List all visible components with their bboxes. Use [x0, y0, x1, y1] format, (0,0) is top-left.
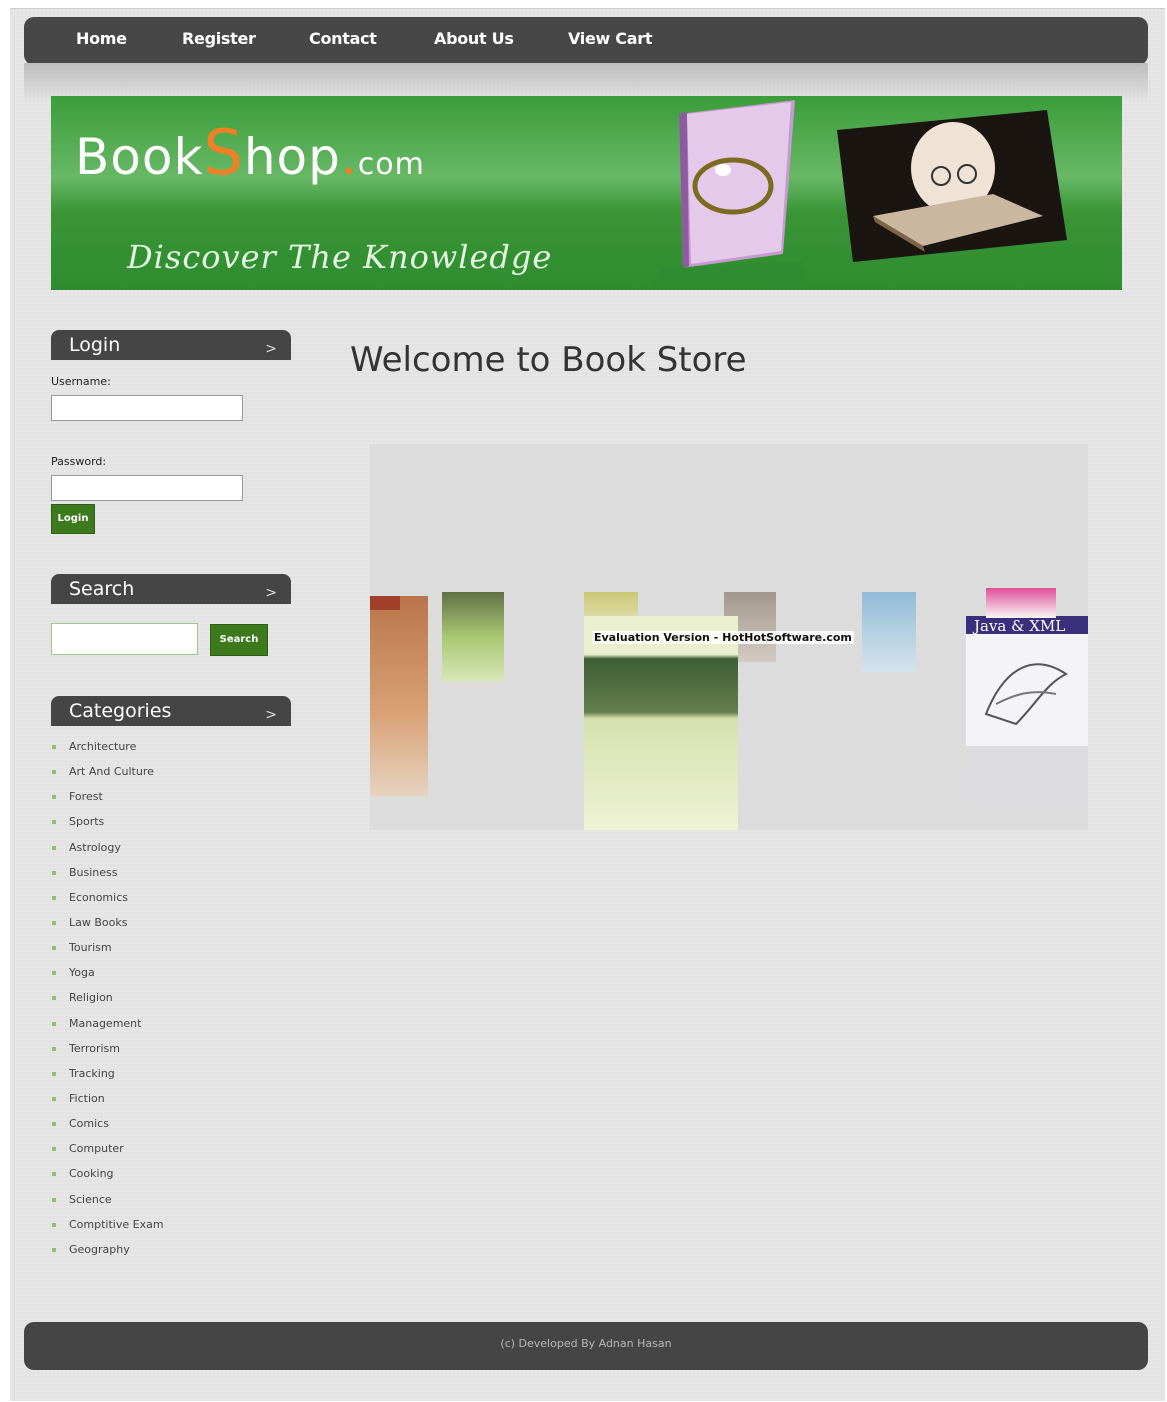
bullet-icon — [52, 1222, 56, 1227]
bullet-icon — [52, 920, 56, 925]
bullet-icon — [52, 795, 56, 800]
category-link-art-and-culture[interactable]: Art And Culture — [51, 763, 164, 788]
category-link-architecture[interactable]: Architecture — [51, 738, 164, 763]
category-link-geography[interactable]: Geography — [51, 1241, 164, 1266]
search-input[interactable] — [51, 623, 198, 655]
book-cover-6[interactable] — [986, 588, 1056, 618]
category-link-computer[interactable]: Computer — [51, 1140, 164, 1165]
top-navigation-bar: Home Register Contact About Us View Cart — [24, 17, 1148, 65]
nav-view-cart-link[interactable]: View Cart — [568, 17, 652, 61]
nav-register-link[interactable]: Register — [182, 17, 256, 61]
search-box-title: Search — [69, 578, 135, 600]
bullet-icon — [52, 1021, 56, 1026]
nav-about-us-link[interactable]: About Us — [434, 17, 514, 61]
site-logo[interactable]: BookShop.com — [75, 116, 425, 189]
search-button[interactable]: Search — [210, 624, 268, 656]
category-link-comptitive-exam[interactable]: Comptitive Exam — [51, 1216, 164, 1241]
evaluation-watermark: Evaluation Version - HotHotSoftware.com — [592, 631, 854, 644]
bullet-icon — [52, 946, 56, 951]
book-cover-2[interactable] — [442, 592, 504, 682]
login-box-header: Login > — [51, 330, 291, 360]
header-banner: BookShop.com Discover The Knowledge — [51, 96, 1122, 290]
page-footer: (c) Developed By Adnan Hasan — [24, 1322, 1148, 1370]
bullet-icon — [52, 1071, 56, 1076]
java-xml-book-title: Java & XML — [974, 617, 1066, 635]
nav-home-link[interactable]: Home — [76, 17, 127, 61]
book-illustration — [651, 100, 811, 290]
category-link-comics[interactable]: Comics — [51, 1115, 164, 1140]
login-box-title: Login — [69, 334, 121, 356]
bullet-icon — [52, 1096, 56, 1101]
child-reading-photo — [837, 110, 1067, 262]
bullet-icon — [52, 870, 56, 875]
category-link-forest[interactable]: Forest — [51, 788, 164, 813]
bullet-icon — [52, 820, 56, 825]
username-label: Username: — [51, 375, 111, 388]
featured-book-cover[interactable] — [584, 616, 738, 830]
category-list: Architecture Art And Culture Forest Spor… — [51, 738, 164, 1266]
book-cover-1-band — [370, 596, 400, 610]
password-label: Password: — [51, 455, 107, 468]
password-field[interactable] — [51, 475, 243, 501]
nav-contact-link[interactable]: Contact — [309, 17, 377, 61]
chevron-right-icon: > — [265, 341, 277, 357]
lizard-illustration — [984, 663, 1068, 726]
bullet-icon — [52, 845, 56, 850]
bullet-icon — [52, 1247, 56, 1252]
chevron-right-icon: > — [265, 585, 277, 601]
category-link-yoga[interactable]: Yoga — [51, 964, 164, 989]
bullet-icon — [52, 971, 56, 976]
category-link-fiction[interactable]: Fiction — [51, 1090, 164, 1115]
bullet-icon — [52, 1197, 56, 1202]
category-link-cooking[interactable]: Cooking — [51, 1165, 164, 1190]
book-cover-1[interactable] — [370, 596, 428, 796]
categories-box-title: Categories — [69, 700, 172, 722]
category-link-economics[interactable]: Economics — [51, 889, 164, 914]
category-link-tracking[interactable]: Tracking — [51, 1065, 164, 1090]
category-link-law-books[interactable]: Law Books — [51, 914, 164, 939]
username-field[interactable] — [51, 395, 243, 421]
login-button[interactable]: Login — [51, 504, 95, 534]
category-link-business[interactable]: Business — [51, 864, 164, 889]
bullet-icon — [52, 996, 56, 1001]
bullet-icon — [52, 1046, 56, 1051]
category-link-sports[interactable]: Sports — [51, 813, 164, 838]
categories-box-header: Categories > — [51, 696, 291, 726]
bullet-icon — [52, 1172, 56, 1177]
category-link-management[interactable]: Management — [51, 1015, 164, 1040]
category-link-terrorism[interactable]: Terrorism — [51, 1040, 164, 1065]
bullet-icon — [52, 1122, 56, 1127]
category-link-astrology[interactable]: Astrology — [51, 839, 164, 864]
book-coverflow-gallery[interactable]: Evaluation Version - HotHotSoftware.com … — [370, 444, 1088, 830]
footer-credit-text: (c) Developed By Adnan Hasan — [500, 1337, 672, 1350]
welcome-heading: Welcome to Book Store — [350, 340, 747, 380]
book-reflection — [966, 746, 1088, 830]
bullet-icon — [52, 1147, 56, 1152]
search-box-header: Search > — [51, 574, 291, 604]
book-cover-5[interactable] — [862, 592, 916, 672]
java-xml-book-cover[interactable]: Java & XML — [966, 616, 1088, 746]
category-link-science[interactable]: Science — [51, 1191, 164, 1216]
chevron-right-icon: > — [265, 707, 277, 723]
bullet-icon — [52, 745, 56, 749]
bullet-icon — [52, 895, 56, 900]
bullet-icon — [52, 770, 56, 775]
category-link-tourism[interactable]: Tourism — [51, 939, 164, 964]
category-link-religion[interactable]: Religion — [51, 989, 164, 1014]
site-tagline: Discover The Knowledge — [127, 238, 553, 276]
